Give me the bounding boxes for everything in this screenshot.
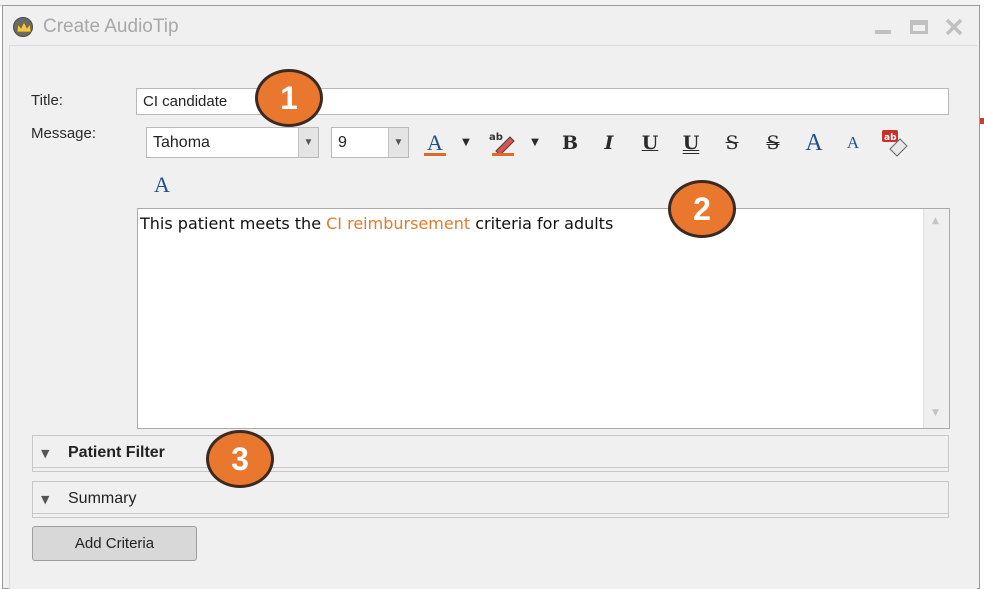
message-text: This patient meets the CI reimbursement … — [140, 214, 613, 233]
double-underline-icon: U — [682, 132, 700, 154]
font-color-button[interactable]: A — [421, 128, 449, 158]
italic-button[interactable]: I — [597, 128, 621, 158]
maximize-icon — [910, 20, 928, 34]
collapse-arrow-icon[interactable]: ▼ — [41, 493, 49, 506]
section-divider — [33, 467, 948, 468]
bold-button[interactable]: B — [558, 128, 582, 158]
summary-section[interactable]: ▼ Summary — [32, 481, 949, 518]
callout-badge-3: 3 — [206, 430, 274, 488]
section-divider — [33, 513, 948, 514]
background-marker — [980, 118, 984, 124]
underline-button[interactable]: U — [638, 128, 662, 158]
font-size-dropdown-arrow[interactable]: ▼ — [388, 128, 408, 157]
grow-font-icon: A — [805, 130, 823, 156]
scroll-down-icon[interactable]: ▼ — [932, 408, 939, 418]
font-color-icon: A — [427, 130, 443, 155]
chevron-down-icon: ▼ — [462, 137, 470, 148]
window-title: Create AudioTip — [43, 16, 179, 37]
message-label: Message: — [31, 125, 97, 142]
grow-font-button[interactable]: A — [800, 128, 828, 158]
double-strikethrough-button[interactable]: S — [760, 128, 786, 158]
close-icon — [945, 18, 963, 36]
minimize-button[interactable] — [871, 16, 895, 38]
font-name-combo[interactable]: Tahoma ▼ — [146, 127, 319, 158]
highlighter-icon: ab — [489, 132, 515, 156]
spellcheck-glyph: ab — [884, 133, 897, 143]
collapse-arrow-icon[interactable]: ▼ — [41, 447, 49, 460]
minimize-icon — [875, 30, 891, 34]
scroll-up-icon[interactable]: ▲ — [932, 216, 939, 226]
maximize-button[interactable] — [907, 16, 931, 38]
spellcheck-eraser-icon: ab — [882, 130, 908, 157]
text-style-button[interactable]: A — [148, 170, 176, 200]
shrink-font-icon: A — [846, 133, 860, 152]
underline-icon: U — [641, 132, 659, 154]
bold-icon: B — [561, 132, 579, 154]
title-bar[interactable]: Create AudioTip — [3, 6, 979, 46]
callout-badge-1: 1 — [255, 69, 323, 127]
font-name-dropdown-arrow[interactable]: ▼ — [298, 128, 318, 157]
shrink-font-button[interactable]: A — [840, 128, 866, 158]
title-input-value: CI candidate — [143, 93, 228, 110]
double-underline-button[interactable]: U — [678, 128, 704, 158]
font-size-combo[interactable]: 9 ▼ — [331, 127, 409, 158]
strikethrough-button[interactable]: S — [720, 128, 744, 158]
font-color-bar — [424, 153, 446, 156]
font-size-value: 9 — [338, 134, 347, 151]
highlight-button[interactable]: ab — [488, 128, 520, 158]
double-strikethrough-icon: S — [766, 132, 780, 154]
font-name-value: Tahoma — [153, 134, 210, 151]
crown-icon — [13, 17, 33, 37]
strikethrough-icon: S — [725, 132, 739, 154]
patient-filter-section[interactable]: ▼ Patient Filter — [32, 435, 949, 472]
chevron-down-icon: ▼ — [531, 137, 539, 148]
highlight-dropdown[interactable]: ▼ — [528, 128, 542, 158]
spellcheck-button[interactable]: ab — [880, 128, 910, 158]
font-color-dropdown[interactable]: ▼ — [459, 128, 473, 158]
title-label: Title: — [31, 92, 63, 109]
background-window-edge — [980, 0, 984, 589]
patient-filter-title: Patient Filter — [68, 444, 165, 461]
message-text-highlight: CI reimbursement — [326, 214, 471, 233]
text-style-icon: A — [154, 172, 170, 197]
callout-badge-2: 2 — [668, 180, 736, 238]
message-scrollbar[interactable]: ▲ ▼ — [923, 209, 949, 428]
message-editor[interactable]: This patient meets the CI reimbursement … — [137, 208, 950, 429]
highlight-glyph: ab — [489, 132, 503, 143]
add-criteria-button[interactable]: Add Criteria — [32, 526, 197, 561]
message-text-before: This patient meets the — [140, 214, 327, 233]
message-text-after: criteria for adults — [470, 214, 614, 233]
close-button[interactable] — [943, 16, 967, 38]
italic-icon: I — [604, 132, 614, 154]
summary-title: Summary — [68, 490, 137, 507]
